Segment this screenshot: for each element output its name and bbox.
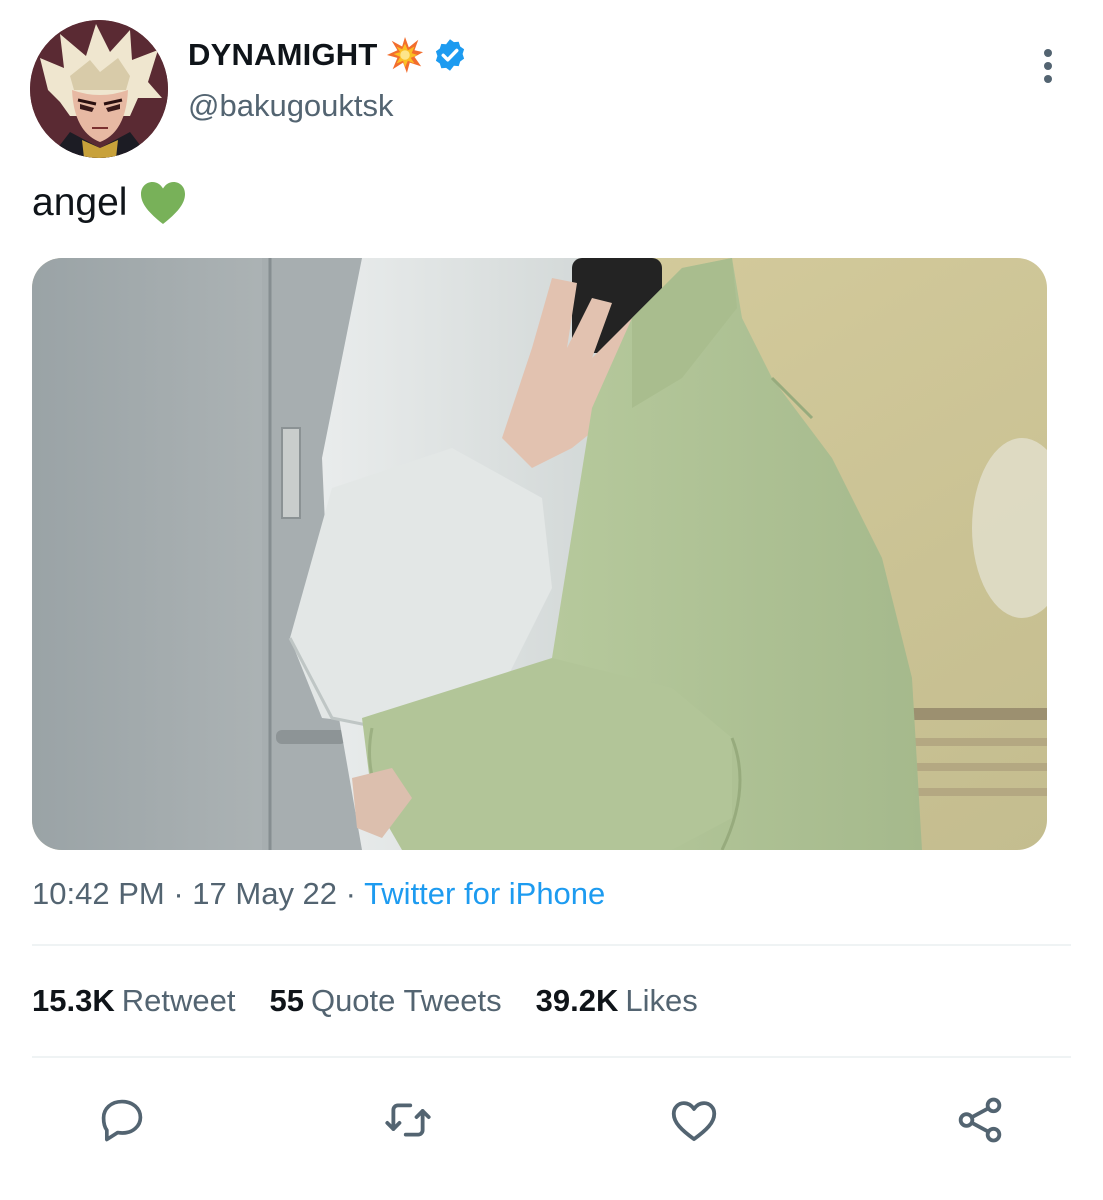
tweet-source-link[interactable]: Twitter for iPhone <box>364 876 605 911</box>
share-icon <box>958 1097 1002 1143</box>
avatar-image <box>30 20 168 158</box>
more-options-button[interactable] <box>1026 42 1070 90</box>
stat-label: Likes <box>625 983 698 1018</box>
tweet-media-photo[interactable] <box>32 258 1047 850</box>
retweet-button[interactable] <box>380 1092 436 1148</box>
verified-badge-icon <box>435 39 464 71</box>
like-icon <box>671 1101 717 1142</box>
author-name-row: DYNAMIGHT <box>188 34 468 76</box>
more-dot-icon <box>1044 62 1052 70</box>
tweet-text-content: angel <box>32 181 128 224</box>
tweet-time[interactable]: 10:42 PM <box>32 876 165 911</box>
avatar[interactable] <box>30 20 168 158</box>
more-dot-icon <box>1044 49 1052 57</box>
author-handle[interactable]: @bakugouktsk <box>188 88 394 124</box>
tweet-stats: 15.3K Retweet 55 Quote Tweets 39.2K Likes <box>32 983 732 1019</box>
stat-count: 39.2K <box>535 983 619 1018</box>
more-dot-icon <box>1044 75 1052 83</box>
likes-count-link[interactable]: 39.2K Likes <box>536 983 698 1019</box>
reply-button[interactable] <box>94 1092 150 1148</box>
stat-label: Quote Tweets <box>310 983 502 1018</box>
stat-label: Retweet <box>121 983 236 1018</box>
media-image <box>32 258 1047 850</box>
like-button[interactable] <box>666 1092 722 1148</box>
retweet-icon <box>385 1103 431 1137</box>
divider <box>32 1056 1071 1058</box>
green-heart-emoji-icon <box>141 182 186 224</box>
retweet-count-link[interactable]: 15.3K Retweet <box>32 983 235 1019</box>
divider <box>32 944 1071 946</box>
tweet-text: angel <box>32 175 187 231</box>
reply-icon <box>101 1099 143 1142</box>
quote-tweets-count-link[interactable]: 55 Quote Tweets <box>269 983 501 1019</box>
stat-count: 15.3K <box>32 983 115 1018</box>
meta-separator: · <box>173 876 184 911</box>
stat-count: 55 <box>269 983 304 1018</box>
tweet-meta: 10:42 PM · 17 May 22 · Twitter for iPhon… <box>32 876 605 912</box>
meta-separator: · <box>345 876 356 911</box>
share-button[interactable] <box>952 1092 1008 1148</box>
collision-emoji-icon <box>386 36 423 74</box>
author-display-name[interactable]: DYNAMIGHT <box>188 37 378 73</box>
tweet-date[interactable]: 17 May 22 <box>192 876 337 911</box>
